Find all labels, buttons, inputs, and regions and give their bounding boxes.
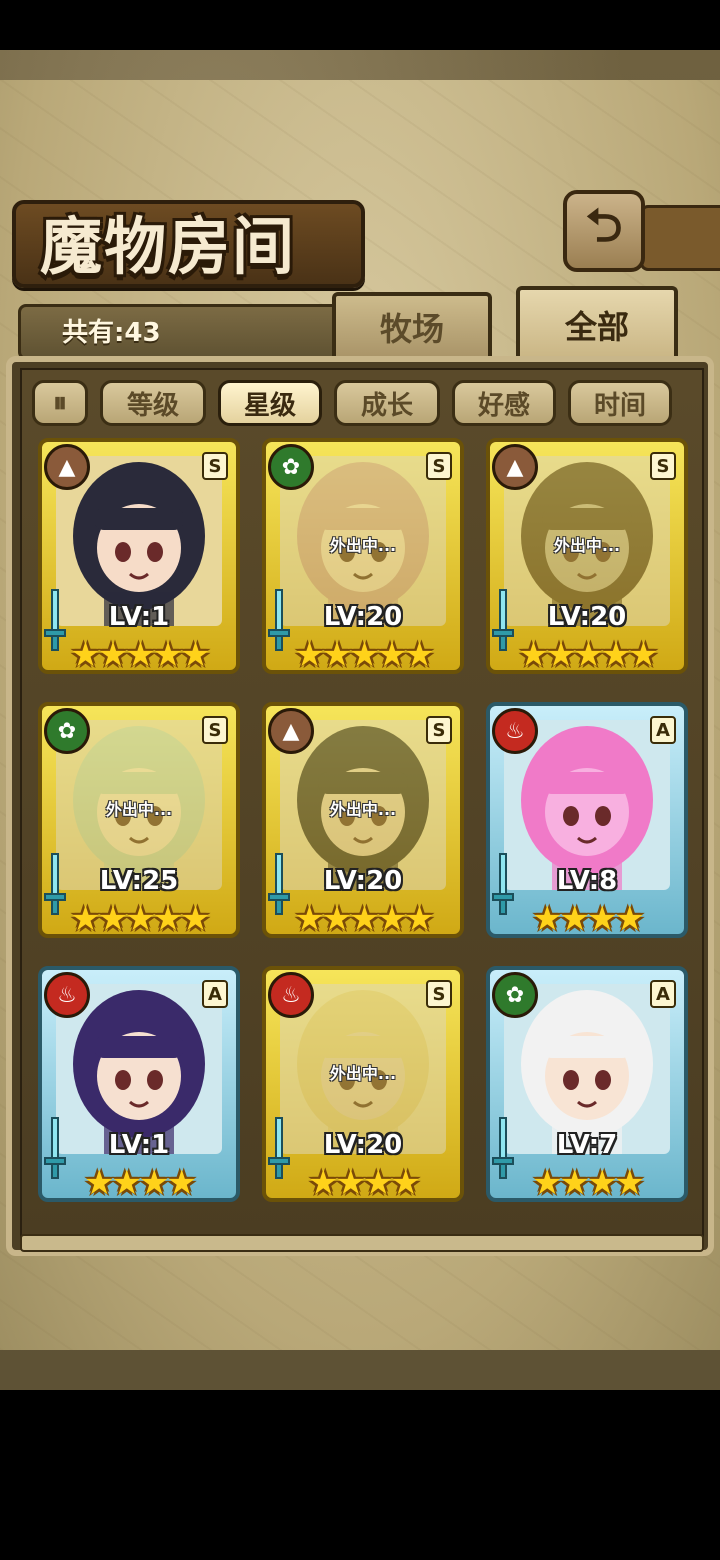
filter-growth[interactable]: 成长	[334, 380, 440, 426]
page-title: 魔物房间	[40, 210, 297, 283]
away-status: 外出中...	[105, 800, 173, 819]
sort-order-toggle[interactable]: ⏸	[32, 380, 88, 426]
rank-badge: S	[426, 452, 452, 480]
rank-badge: S	[426, 980, 452, 1008]
element-leaf-icon: ✿	[44, 708, 90, 754]
monster-level: LV:20	[323, 1130, 403, 1160]
rank-badge: S	[426, 716, 452, 744]
away-status: 外出中...	[329, 1064, 397, 1083]
away-status: 外出中...	[329, 536, 397, 555]
monster-level: LV:8	[556, 866, 618, 896]
monster-level: LV:20	[323, 866, 403, 896]
star-rating: ★★★★	[532, 899, 645, 939]
back-button[interactable]: ⮌	[563, 190, 645, 272]
monster-count: 共有:43	[62, 318, 161, 348]
monster-card[interactable]: ♨ A LV:8 ★★★★	[486, 702, 688, 938]
tab-all[interactable]: 全部	[516, 286, 678, 360]
star-rating: ★★★★★	[294, 899, 434, 939]
filter-stars[interactable]: 星级	[218, 380, 322, 426]
rank-badge: A	[650, 716, 676, 744]
monster-card[interactable]: ♨ A LV:1 ★★★★	[38, 966, 240, 1202]
monster-level: LV:20	[547, 602, 627, 632]
navigation-bar	[0, 1390, 720, 1560]
monster-card[interactable]: ▲ S 外出中... LV:20 ★★★★★	[486, 438, 688, 674]
monster-card[interactable]: ▲ S LV:1 ★★★★★	[38, 438, 240, 674]
monster-level: LV:1	[108, 602, 170, 632]
star-rating: ★★★★★	[70, 899, 210, 939]
away-status: 外出中...	[553, 536, 621, 555]
return-arrow-icon: ⮌	[585, 198, 623, 252]
element-fire-icon: ♨	[44, 972, 90, 1018]
star-rating: ★★★★	[532, 1163, 645, 1203]
status-bar	[0, 0, 720, 50]
rank-badge: A	[650, 980, 676, 1008]
element-earth-icon: ▲	[268, 708, 314, 754]
filter-level[interactable]: 等级	[100, 380, 206, 426]
element-fire-icon: ♨	[268, 972, 314, 1018]
star-rating: ★★★★★	[294, 635, 434, 675]
rank-badge: A	[202, 980, 228, 1008]
monster-level: LV:25	[99, 866, 179, 896]
filter-time[interactable]: 时间	[568, 380, 672, 426]
tab-ranch[interactable]: 牧场	[332, 292, 492, 358]
back-button-rail	[640, 205, 720, 271]
monster-card[interactable]: ▲ S 外出中... LV:20 ★★★★★	[262, 702, 464, 938]
monster-level: LV:1	[108, 1130, 170, 1160]
element-earth-icon: ▲	[492, 444, 538, 490]
rank-badge: S	[202, 716, 228, 744]
away-status: 外出中...	[329, 800, 397, 819]
monster-card[interactable]: ♨ S 外出中... LV:20 ★★★★	[262, 966, 464, 1202]
filter-affection[interactable]: 好感	[452, 380, 556, 426]
pause-bars-icon: ⏸	[52, 386, 67, 419]
star-rating: ★★★★	[84, 1163, 197, 1203]
element-earth-icon: ▲	[44, 444, 90, 490]
monster-level: LV:20	[323, 602, 403, 632]
monster-card[interactable]: ✿ S 外出中... LV:20 ★★★★★	[262, 438, 464, 674]
element-leaf-icon: ✿	[492, 972, 538, 1018]
star-rating: ★★★★★	[70, 635, 210, 675]
rank-badge: S	[650, 452, 676, 480]
monster-card[interactable]: ✿ A LV:7 ★★★★	[486, 966, 688, 1202]
element-leaf-icon: ✿	[268, 444, 314, 490]
star-rating: ★★★★★	[518, 635, 658, 675]
rank-badge: S	[202, 452, 228, 480]
monster-card[interactable]: ✿ S 外出中... LV:25 ★★★★★	[38, 702, 240, 938]
element-fire-icon: ♨	[492, 708, 538, 754]
star-rating: ★★★★	[308, 1163, 421, 1203]
panel-bottom-rail	[20, 1234, 704, 1252]
monster-level: LV:7	[556, 1130, 618, 1160]
